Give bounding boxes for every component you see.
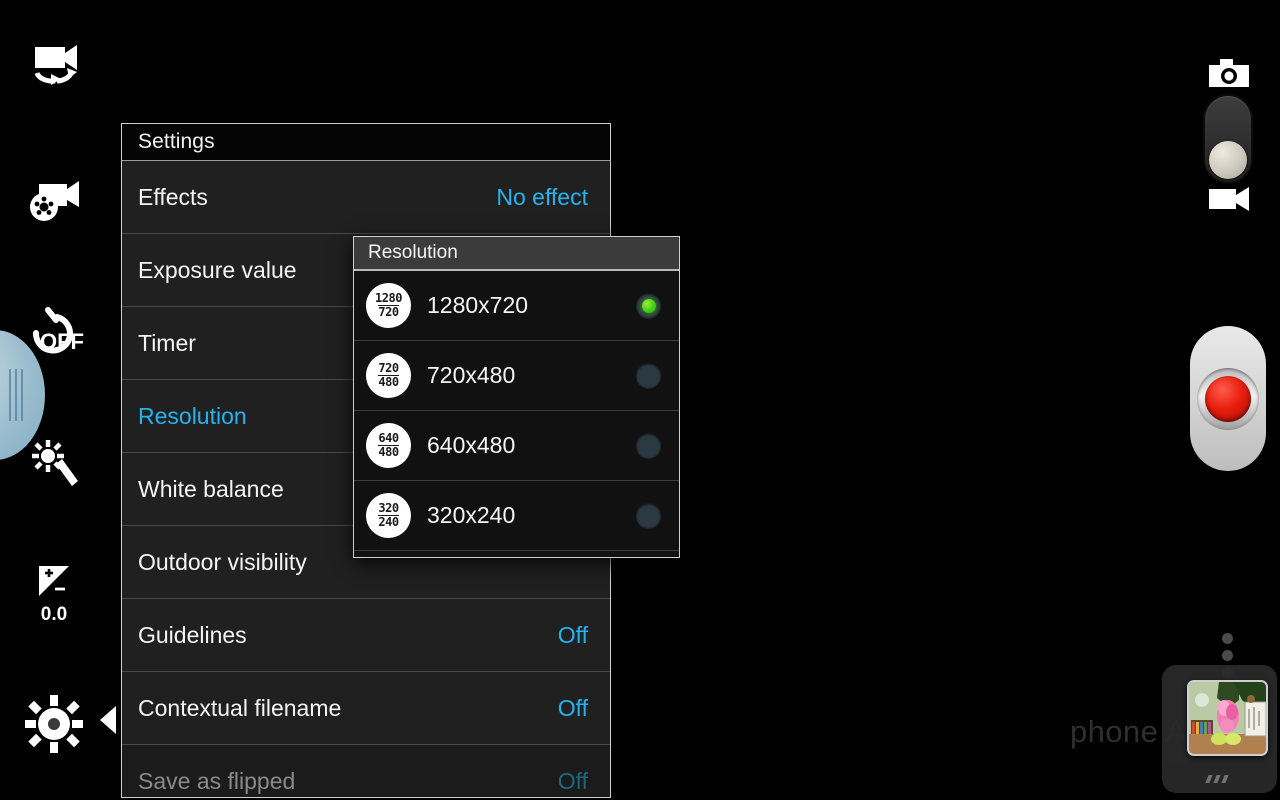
- resolution-icon-bottom: 480: [378, 445, 399, 459]
- resolution-radio-button[interactable]: [636, 433, 661, 458]
- resolution-radio-button[interactable]: [636, 363, 661, 388]
- resolution-640x480-icon: 640 480: [366, 423, 411, 468]
- switch-camera-icon[interactable]: [18, 31, 90, 103]
- resolution-icon-top: 640: [378, 431, 399, 445]
- resolution-radio-button[interactable]: [636, 503, 661, 528]
- collapse-arrow-icon[interactable]: [100, 706, 116, 734]
- resolution-icon-top: 1280: [375, 291, 402, 305]
- resolution-option-720x480[interactable]: 720 480 720x480: [354, 341, 679, 411]
- settings-row-effects[interactable]: Effects No effect: [122, 161, 610, 234]
- record-button-dot: [1205, 375, 1251, 422]
- settings-row-value: No effect: [496, 183, 588, 210]
- settings-row-label: Timer: [138, 329, 196, 356]
- settings-row-contextual-filename[interactable]: Contextual filename Off: [122, 672, 610, 745]
- resolution-dialog: Resolution 1280 720 1280x720 720 480 720…: [353, 236, 680, 558]
- video-camera-icon[interactable]: [1209, 187, 1249, 216]
- settings-row-save-as-flipped: Save as flipped Off: [122, 745, 610, 797]
- settings-row-value: Off: [557, 694, 588, 721]
- settings-row-value: Off: [557, 767, 588, 794]
- resolution-option-label: 1280x720: [427, 292, 529, 318]
- mode-toggle-knob[interactable]: [1209, 141, 1247, 179]
- resolution-1280x720-icon: 1280 720: [366, 283, 411, 328]
- camera-video-mode-toggle[interactable]: [1203, 94, 1253, 184]
- resolution-icon-bottom: 240: [378, 515, 399, 529]
- exposure-value-number: 0.0: [40, 604, 68, 625]
- resolution-icon-bottom: 480: [378, 375, 399, 389]
- resolution-icon-bottom: 720: [378, 305, 399, 319]
- left-toolbar: OFF 0.0: [0, 0, 116, 800]
- settings-gear-icon[interactable]: [18, 688, 90, 760]
- recording-mode-icon[interactable]: [18, 164, 90, 236]
- last-capture-thumbnail[interactable]: [1187, 680, 1268, 756]
- settings-row-value: Off: [557, 621, 588, 648]
- settings-row-label: Outdoor visibility: [138, 548, 307, 575]
- resolution-720x480-icon: 720 480: [366, 353, 411, 398]
- svg-text:OFF: OFF: [40, 329, 84, 354]
- resolution-option-1280x720[interactable]: 1280 720 1280x720: [354, 271, 679, 341]
- resolution-option-label: 720x480: [427, 362, 516, 388]
- record-button-ring: [1197, 367, 1259, 430]
- resolution-option-640x480[interactable]: 640 480 640x480: [354, 411, 679, 481]
- resolution-radio-button[interactable]: [636, 293, 661, 318]
- resolution-dialog-title: Resolution: [354, 237, 679, 271]
- exposure-value-icon[interactable]: 0.0: [18, 558, 90, 630]
- drag-grip-lines: [9, 369, 23, 421]
- resolution-option-320x240[interactable]: 320 240 320x240: [354, 481, 679, 551]
- resolution-icon-top: 320: [378, 501, 399, 515]
- resolution-icon-top: 720: [378, 361, 399, 375]
- settings-row-label: White balance: [138, 475, 284, 502]
- settings-panel-title: Settings: [122, 124, 610, 161]
- settings-row-label: Exposure value: [138, 256, 297, 283]
- settings-row-label: Guidelines: [138, 621, 247, 648]
- photo-camera-icon[interactable]: [1209, 58, 1249, 93]
- gallery-grip-icon: [1204, 775, 1234, 783]
- resolution-option-label: 640x480: [427, 432, 516, 458]
- settings-row-label: Resolution: [138, 402, 247, 429]
- camera-viewfinder-screen: OFF 0.0 Settings Effects No effect Expos…: [0, 0, 1280, 800]
- resolution-option-label: 320x240: [427, 502, 516, 528]
- resolution-320x240-icon: 320 240: [366, 493, 411, 538]
- settings-row-guidelines[interactable]: Guidelines Off: [122, 599, 610, 672]
- settings-row-label: Save as flipped: [138, 767, 296, 794]
- record-button[interactable]: [1190, 326, 1266, 471]
- settings-row-label: Contextual filename: [138, 694, 342, 721]
- settings-row-label: Effects: [138, 183, 208, 210]
